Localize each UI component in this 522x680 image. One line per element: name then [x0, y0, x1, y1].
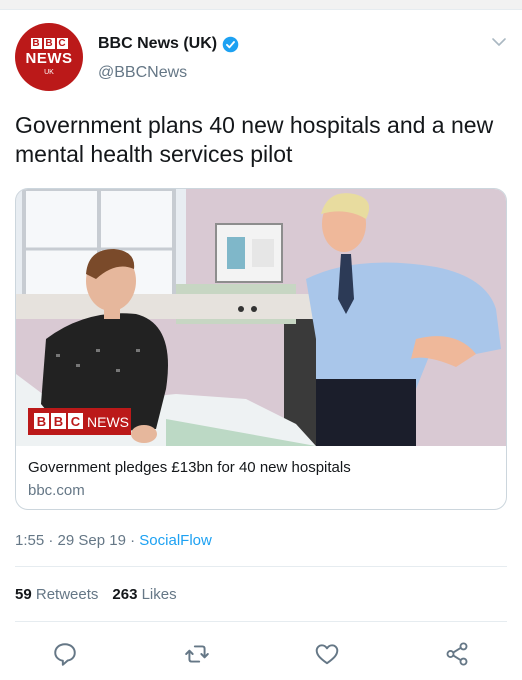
top-divider [0, 0, 522, 10]
avatar-logo-blocks: B B C [30, 37, 68, 49]
retweets-count: 59 [15, 586, 32, 603]
handle[interactable]: @BBCNews [98, 64, 187, 82]
like-icon[interactable] [314, 641, 340, 667]
display-name[interactable]: BBC News (UK) [98, 35, 239, 53]
tweet-time: 1:55 [15, 532, 45, 549]
card-logo-word: NEWS [87, 414, 129, 430]
chevron-down-icon[interactable] [491, 34, 507, 50]
avatar-block: B [30, 37, 42, 49]
share-icon[interactable] [444, 641, 470, 667]
divider [15, 621, 507, 622]
likes-stat[interactable]: 263 Likes [112, 586, 176, 603]
avatar[interactable]: B B C NEWS UK [15, 23, 83, 91]
tweet-date[interactable]: 29 Sep 19 [58, 532, 126, 549]
display-name-text: BBC News (UK) [98, 35, 218, 52]
card-logo-block: B [37, 414, 46, 429]
engagement-stats: 59 Retweets 263 Likes [15, 586, 177, 603]
likes-label: Likes [141, 586, 177, 603]
verified-icon [222, 36, 239, 52]
divider [15, 566, 507, 567]
avatar-region-text: UK [44, 68, 54, 76]
tweet-meta: 1:55 · 29 Sep 19 · SocialFlow [15, 532, 212, 549]
meta-separator: · [125, 532, 140, 549]
avatar-block: B [43, 37, 55, 49]
reply-icon[interactable] [52, 641, 78, 667]
meta-separator: · [44, 532, 58, 549]
avatar-news-text: NEWS [25, 49, 73, 67]
tweet-text: Government plans 40 new hospitals and a … [15, 112, 494, 167]
card-image: B B C NEWS [16, 189, 506, 446]
avatar-block: C [56, 37, 68, 49]
likes-count: 263 [112, 586, 138, 603]
tweet-source-link[interactable]: SocialFlow [139, 532, 212, 549]
card-domain: bbc.com [28, 482, 85, 499]
retweet-icon[interactable] [184, 641, 210, 667]
card-logo-block: B [54, 414, 63, 429]
card-title[interactable]: Government pledges £13bn for 40 new hosp… [28, 459, 351, 476]
link-card[interactable]: B B C NEWS Government pledges £13bn for … [15, 188, 507, 510]
retweets-stat[interactable]: 59 Retweets [15, 586, 98, 603]
retweets-label: Retweets [35, 586, 99, 603]
card-logo-block: C [71, 414, 81, 429]
